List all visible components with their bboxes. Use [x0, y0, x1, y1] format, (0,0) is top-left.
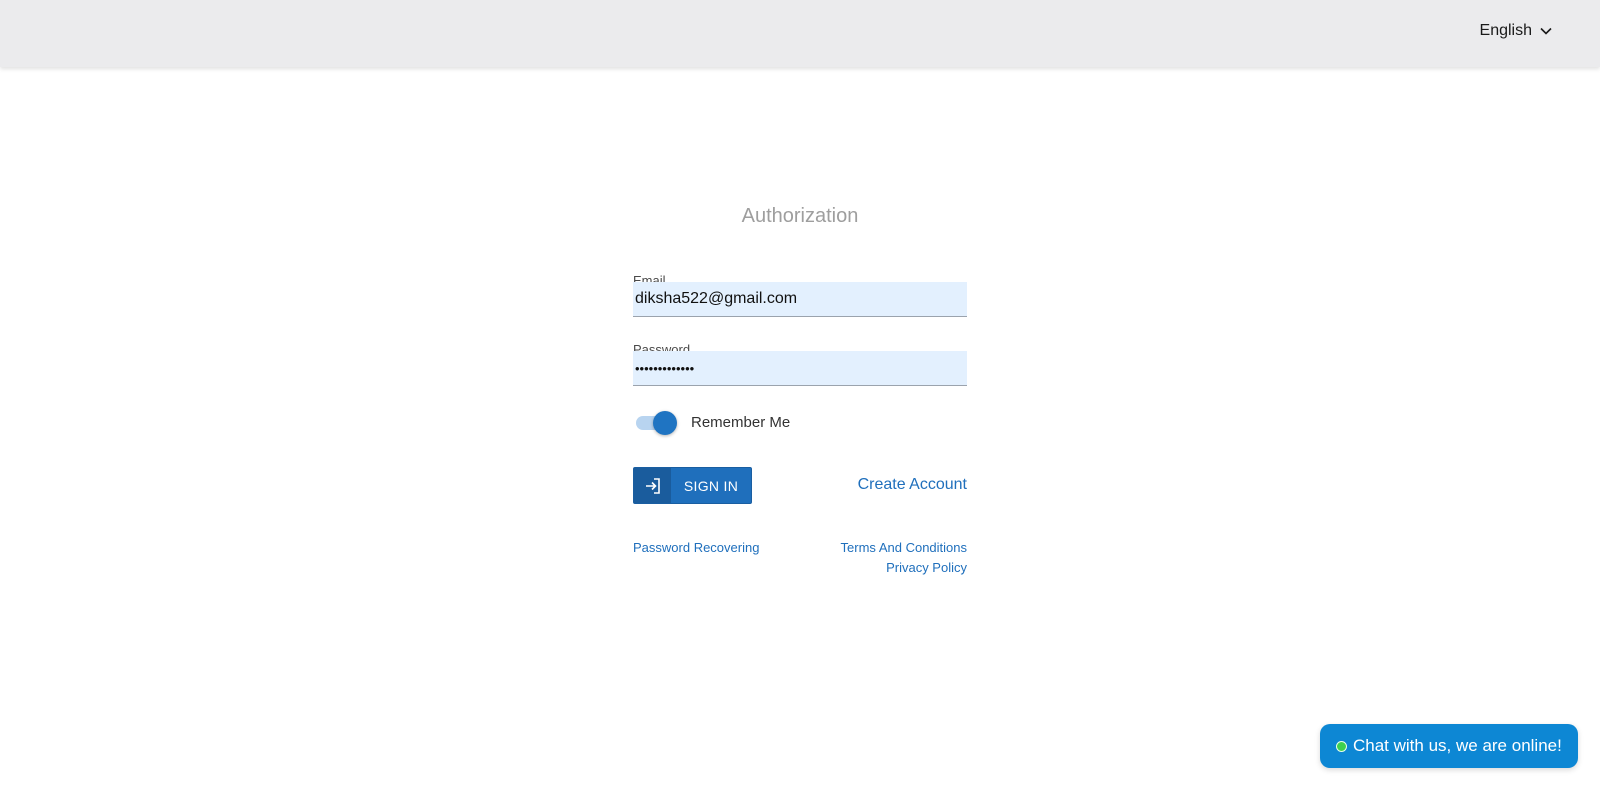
language-selector[interactable]: English [1480, 22, 1552, 40]
chevron-down-icon [1540, 27, 1552, 35]
password-field[interactable]: ••••••••••••• [633, 351, 967, 386]
create-account-link[interactable]: Create Account [858, 476, 967, 494]
sign-in-button[interactable]: SIGN IN [633, 467, 752, 504]
online-status-dot [1336, 740, 1347, 752]
chat-label: Chat with us, we are online! [1353, 736, 1562, 755]
toggle-knob [653, 411, 677, 435]
language-label: English [1479, 22, 1532, 39]
privacy-policy-link[interactable]: Privacy Policy [886, 560, 967, 575]
terms-link[interactable]: Terms And Conditions [841, 540, 967, 555]
login-icon [645, 477, 660, 494]
remember-me-label: Remember Me [691, 413, 791, 431]
remember-me-toggle[interactable] [633, 410, 677, 435]
top-bar: English [0, 0, 1600, 67]
page-title: Authorization [741, 205, 859, 227]
email-field[interactable] [633, 282, 967, 317]
chat-widget-button[interactable]: Chat with us, we are online! [1320, 724, 1578, 768]
password-recovering-link[interactable]: Password Recovering [633, 540, 759, 555]
remember-me-row: Remember Me [633, 410, 791, 435]
sign-in-label: SIGN IN [683, 477, 739, 494]
sign-in-icon-box [634, 468, 671, 503]
